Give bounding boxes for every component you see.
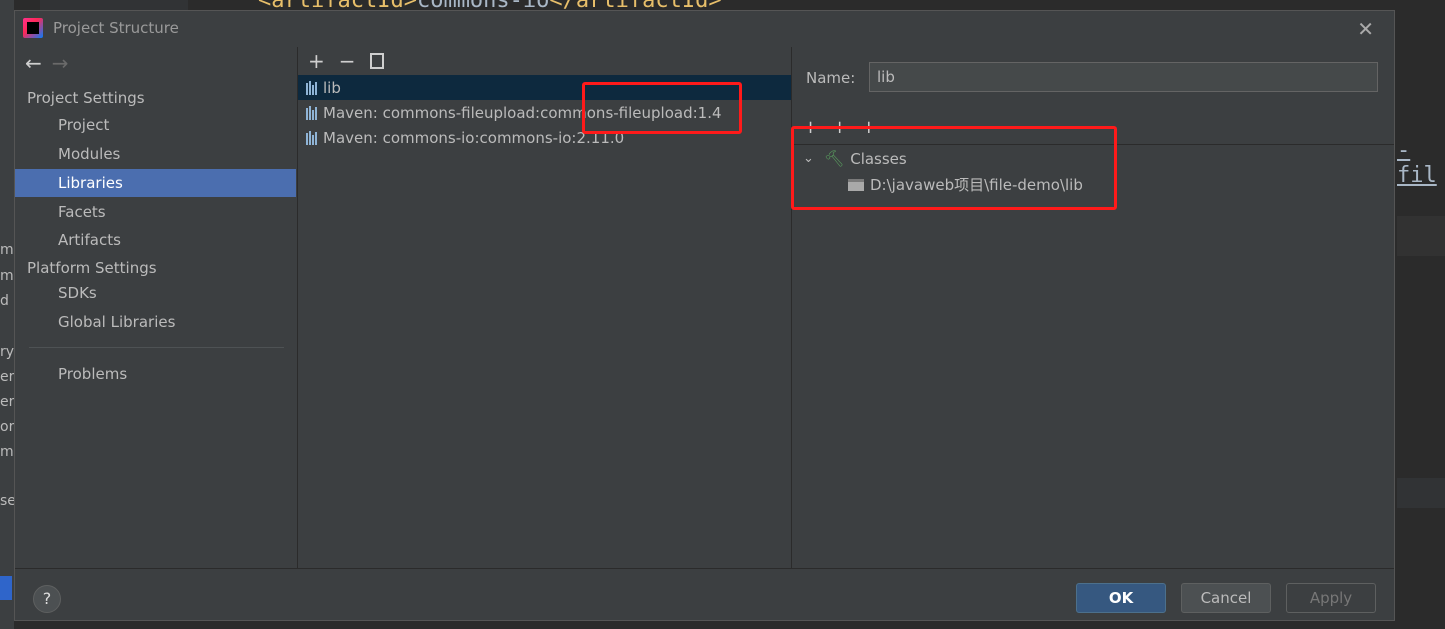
nav-arrows: ← → [25, 51, 69, 75]
tree-node-label: Classes [850, 149, 907, 168]
editor-gutter [40, 0, 188, 10]
library-item-lib[interactable]: lib [298, 75, 791, 100]
ok-button[interactable]: OK [1076, 583, 1166, 613]
forward-arrow-icon[interactable]: → [52, 51, 69, 75]
classes-tree: ⌄ 🔨︎ Classes D:\javaweb项目\file-demo\lib [793, 144, 1394, 568]
library-toolbar: + − [298, 47, 791, 75]
left-fragment: d [0, 293, 9, 309]
left-tool-strip [0, 0, 14, 629]
platform-settings-header: Platform Settings [27, 259, 157, 277]
left-fragment: m [0, 242, 14, 258]
nav-item-sdks[interactable]: SDKs [15, 279, 296, 307]
library-icon [306, 130, 317, 145]
hammer-icon: 🔨︎ [823, 149, 845, 168]
editor-right-fragment: -fil [1397, 138, 1437, 188]
left-fragment: m [0, 444, 14, 460]
library-icon [306, 80, 317, 95]
add-library-icon[interactable]: + [308, 49, 325, 73]
nav-item-libraries[interactable]: Libraries [15, 169, 296, 197]
apply-button[interactable]: Apply [1286, 583, 1376, 613]
nav-item-modules[interactable]: Modules [15, 140, 296, 168]
project-settings-header: Project Settings [27, 89, 145, 107]
library-icon [306, 105, 317, 120]
nav-divider [29, 347, 284, 348]
remove-library-icon[interactable]: − [339, 49, 356, 73]
nav-item-artifacts[interactable]: Artifacts [15, 226, 296, 254]
remove-root-icon[interactable]: − [890, 117, 905, 138]
close-icon[interactable]: ✕ [1357, 17, 1374, 41]
name-field[interactable] [869, 62, 1378, 92]
library-name: lib [323, 78, 341, 97]
tree-node-lib-folder[interactable]: D:\javaweb项目\file-demo\lib [848, 174, 1083, 195]
back-arrow-icon[interactable]: ← [25, 51, 42, 75]
left-fragment: ry [0, 344, 14, 360]
copy-library-icon[interactable] [369, 53, 384, 69]
library-details-panel: Name: + + + − ⌄ 🔨︎ Classes D:\javaweb项目\… [793, 47, 1394, 568]
left-fragment: er [0, 369, 14, 385]
jar-folder-icon [848, 178, 864, 191]
left-fragment: ml [0, 268, 14, 284]
add-url-icon[interactable]: + [832, 117, 847, 138]
settings-nav: ← → Project Settings Project Modules Libr… [15, 47, 296, 568]
chevron-down-icon[interactable]: ⌄ [803, 151, 814, 166]
left-strip-marker [0, 576, 12, 600]
name-label: Name: [806, 69, 856, 87]
left-fragment: se [0, 493, 14, 509]
left-fragment: er [0, 394, 14, 410]
library-item-commons-io[interactable]: Maven: commons-io:commons-io:2.11.0 [298, 125, 791, 150]
dialog-titlebar: Project Structure ✕ [15, 11, 1394, 45]
help-button[interactable]: ? [33, 585, 61, 613]
nav-item-problems[interactable]: Problems [15, 360, 296, 388]
editor-band [1397, 478, 1445, 508]
intellij-icon [23, 18, 43, 38]
dialog-title: Project Structure [53, 19, 179, 37]
tree-node-label: D:\javaweb项目\file-demo\lib [870, 176, 1083, 194]
editor-right-strip [1395, 0, 1445, 629]
library-item-commons-fileupload[interactable]: Maven: commons-fileupload:commons-fileup… [298, 100, 791, 125]
nav-item-project[interactable]: Project [15, 111, 296, 139]
dialog-footer: ? OK Cancel Apply [15, 568, 1394, 620]
tree-node-classes[interactable]: ⌄ 🔨︎ Classes [803, 149, 907, 168]
library-name: Maven: commons-fileupload:commons-fileup… [323, 103, 722, 122]
library-list-panel: + − lib Maven: commons-fileupload:common… [297, 47, 792, 568]
left-fragment: or [0, 419, 14, 435]
project-structure-dialog: Project Structure ✕ ← → Project Settings … [14, 10, 1395, 621]
add-jar-icon[interactable]: + [861, 117, 876, 138]
library-name: Maven: commons-io:commons-io:2.11.0 [323, 128, 625, 147]
nav-item-facets[interactable]: Facets [15, 198, 296, 226]
cancel-button[interactable]: Cancel [1181, 583, 1271, 613]
classes-toolbar: + + + − [803, 117, 905, 138]
add-root-icon[interactable]: + [803, 117, 818, 138]
editor-band [1397, 216, 1445, 256]
nav-item-global-libraries[interactable]: Global Libraries [15, 308, 296, 336]
